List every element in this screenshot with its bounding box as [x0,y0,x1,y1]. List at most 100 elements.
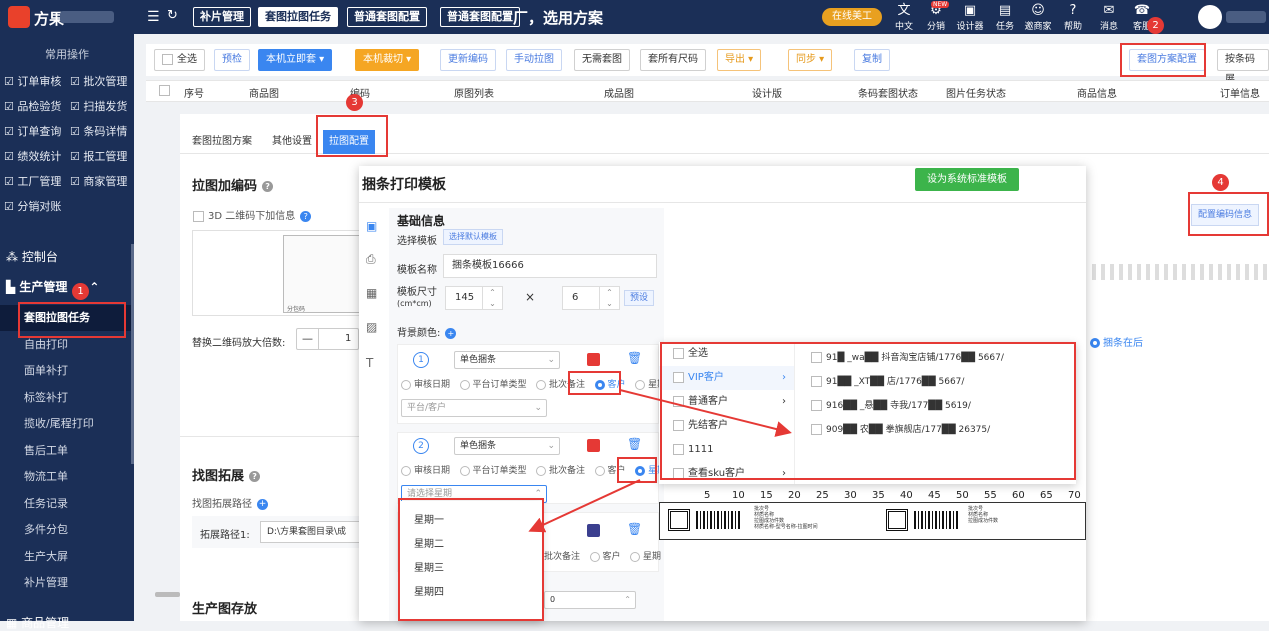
quick-op-1-0[interactable]: ☑ 品检验货 [4,98,61,114]
avatar[interactable] [1198,5,1222,29]
select-all-checkbox[interactable]: 全选 [154,49,205,71]
quick-op-4-1[interactable]: ☑ 商家管理 [70,173,127,189]
zoom-minus[interactable]: — [297,329,319,349]
ruler-tick-10: 55 [984,490,997,501]
info-icon[interactable]: ▣ [366,219,377,233]
tab-other-settings[interactable]: 其他设置 [266,130,318,154]
qr-info-option[interactable]: 3D 二维码下加信息? [193,207,312,222]
qr-thumb-label: 分包码 [287,306,306,313]
bundle-after-option[interactable]: 捆条在后 [1090,334,1143,349]
task-icon[interactable]: ▤ 任务 [990,3,1020,33]
template-name-input[interactable]: 捆条模板16666 [443,254,657,278]
tab-suit-config-2[interactable]: 普通套图配置 [440,7,520,27]
message-icon[interactable]: ✉ 消息 [1094,3,1124,33]
text-icon[interactable]: T [366,356,373,370]
quick-op-4-0[interactable]: ☑ 工厂管理 [4,173,61,189]
sidebar-item-2[interactable]: 面单补打 [0,358,134,384]
sidebar-item-3[interactable]: 标签补打 [0,385,134,411]
print-icon[interactable]: ⎙ [366,252,376,267]
no-suit-button[interactable]: 无需套图 [574,49,630,71]
row3-number-input[interactable]: 0 ⌃ [544,591,636,609]
quick-op-0-1[interactable]: ☑ 批次管理 [70,73,127,89]
precheck-button[interactable]: 预检 [214,49,250,71]
translate-icon[interactable]: 文中文 [889,3,919,33]
h-scrollbar[interactable] [155,592,180,597]
sidebar-item-6[interactable]: 物流工单 [0,464,134,490]
row3-options: 批次备注 客户 星期 [544,549,667,562]
help-icon[interactable]: ? 帮助 [1058,3,1088,33]
sidebar-item-4[interactable]: 揽收/尾程打印 [0,411,134,437]
quick-op-1-1[interactable]: ☑ 扫描发货 [70,98,127,114]
row3-opt-customer[interactable]: 客户 [589,551,621,562]
designer-icon[interactable]: ▣ 设计器 [955,3,985,33]
row3-opt-week[interactable]: 星期 [630,551,661,562]
height-input[interactable]: 6 ⌃ ⌄ [562,286,620,310]
ext-path1-input[interactable]: D:\方果套图目录\成 [260,521,362,543]
suit-all-sizes-button[interactable]: 套所有尺码 [640,49,706,71]
choose-default-button[interactable]: 选择默认模板 [443,229,503,245]
sidebar-item-7[interactable]: 任务记录 [0,491,134,517]
help-icon[interactable]: ? [249,471,261,482]
zoom-stepper[interactable]: — 1 [296,328,359,350]
sidebar-item-10[interactable]: 补片管理 [0,570,134,596]
export-button[interactable]: 导出 ▾ [717,49,762,71]
row1-type-select[interactable]: 单色捆条 ⌄ [454,351,560,369]
row2-opt-platform[interactable]: 平台订单类型 [459,465,527,476]
update-code-button[interactable]: 更新编码 [440,49,496,71]
row3-opt-batch[interactable]: 批次备注 [544,552,580,562]
by-barcode-button[interactable]: 按条码展 [1217,49,1269,85]
tab-suit-task[interactable]: 套图拉图任务 [258,7,338,27]
tab-suit-config[interactable]: 普通套图配置 [347,7,427,27]
row1-color-swatch[interactable] [587,353,600,366]
annotation-box-1 [18,302,126,338]
sidebar-item-8[interactable]: 多件分包 [0,517,134,543]
copy-button[interactable]: 复制 [854,49,890,71]
tab-patch[interactable]: 补片管理 [193,7,251,27]
sidebar-console[interactable]: ⁂ 控制台 [6,248,58,265]
add-icon[interactable]: + [445,327,457,339]
quick-op-3-1[interactable]: ☑ 报工管理 [70,148,127,164]
help-icon[interactable]: ? [262,181,274,192]
invite-icon[interactable]: ☺ 邀商家 [1023,3,1053,33]
quick-op-5-0[interactable]: ☑ 分销对账 [4,198,61,214]
set-standard-button[interactable]: 设为系统标准模板 [915,168,1019,191]
row1-trash-icon[interactable]: 🗑 [627,351,642,365]
row1-customer-select[interactable]: 平台/客户 ⌄ [401,399,547,417]
sidebar-item-5[interactable]: 售后工单 [0,438,134,464]
refresh-icon[interactable]: ↻ [167,8,178,23]
row2-color-swatch[interactable] [587,439,600,452]
preset-button[interactable]: 预设 [624,290,655,306]
annotation-box-4 [1188,192,1269,236]
zoom-value[interactable]: 1 [345,333,351,344]
sidebar-goods[interactable]: ▦ 商品管理 [6,614,69,631]
qrcode-icon[interactable]: ▦ [366,286,377,300]
ext-path1-label: 拓展路径1: [200,530,250,541]
row1-opt-platform[interactable]: 平台订单类型 [459,379,527,390]
row2-type-select[interactable]: 单色捆条 ⌄ [454,437,560,455]
row1-opt-audit-date[interactable]: 审核日期 [401,379,450,390]
manual-pull-button[interactable]: 手动拉图 [506,49,562,71]
row2-opt-batch[interactable]: 批次备注 [536,465,585,476]
online-artist-badge[interactable]: 在线美工 [822,8,882,26]
row3-trash-icon[interactable]: 🗑 [627,522,642,536]
local-cut-button[interactable]: 本机裁切 ▾ [355,49,420,71]
tab-suit-scheme[interactable]: 套图拉图方案 [186,130,258,154]
width-input[interactable]: 145 ⌃ ⌄ [445,286,503,310]
quick-op-3-0[interactable]: ☑ 绩效统计 [4,148,61,164]
sidebar-scrollbar[interactable] [131,244,134,464]
template-name-label: 模板名称 [397,265,437,276]
image-icon[interactable]: ▨ [366,320,377,334]
sync-button[interactable]: 同步 ▾ [788,49,833,71]
row2-trash-icon[interactable]: 🗑 [627,437,642,451]
header-checkbox[interactable] [159,85,170,96]
add-icon[interactable]: + [257,498,268,510]
quick-op-2-0[interactable]: ☑ 订单查询 [4,123,61,139]
local-suit-button[interactable]: 本机立即套 ▾ [258,49,333,71]
sidebar-item-9[interactable]: 生产大屏 [0,544,134,570]
help-icon[interactable]: ? [300,210,312,222]
row3-color-swatch[interactable] [587,524,600,537]
row2-opt-audit-date[interactable]: 审核日期 [401,465,450,476]
quick-op-0-0[interactable]: ☑ 订单审核 [4,73,61,89]
quick-op-2-1[interactable]: ☑ 条码详情 [70,123,127,139]
menu-icon[interactable]: ☰ [147,9,160,25]
